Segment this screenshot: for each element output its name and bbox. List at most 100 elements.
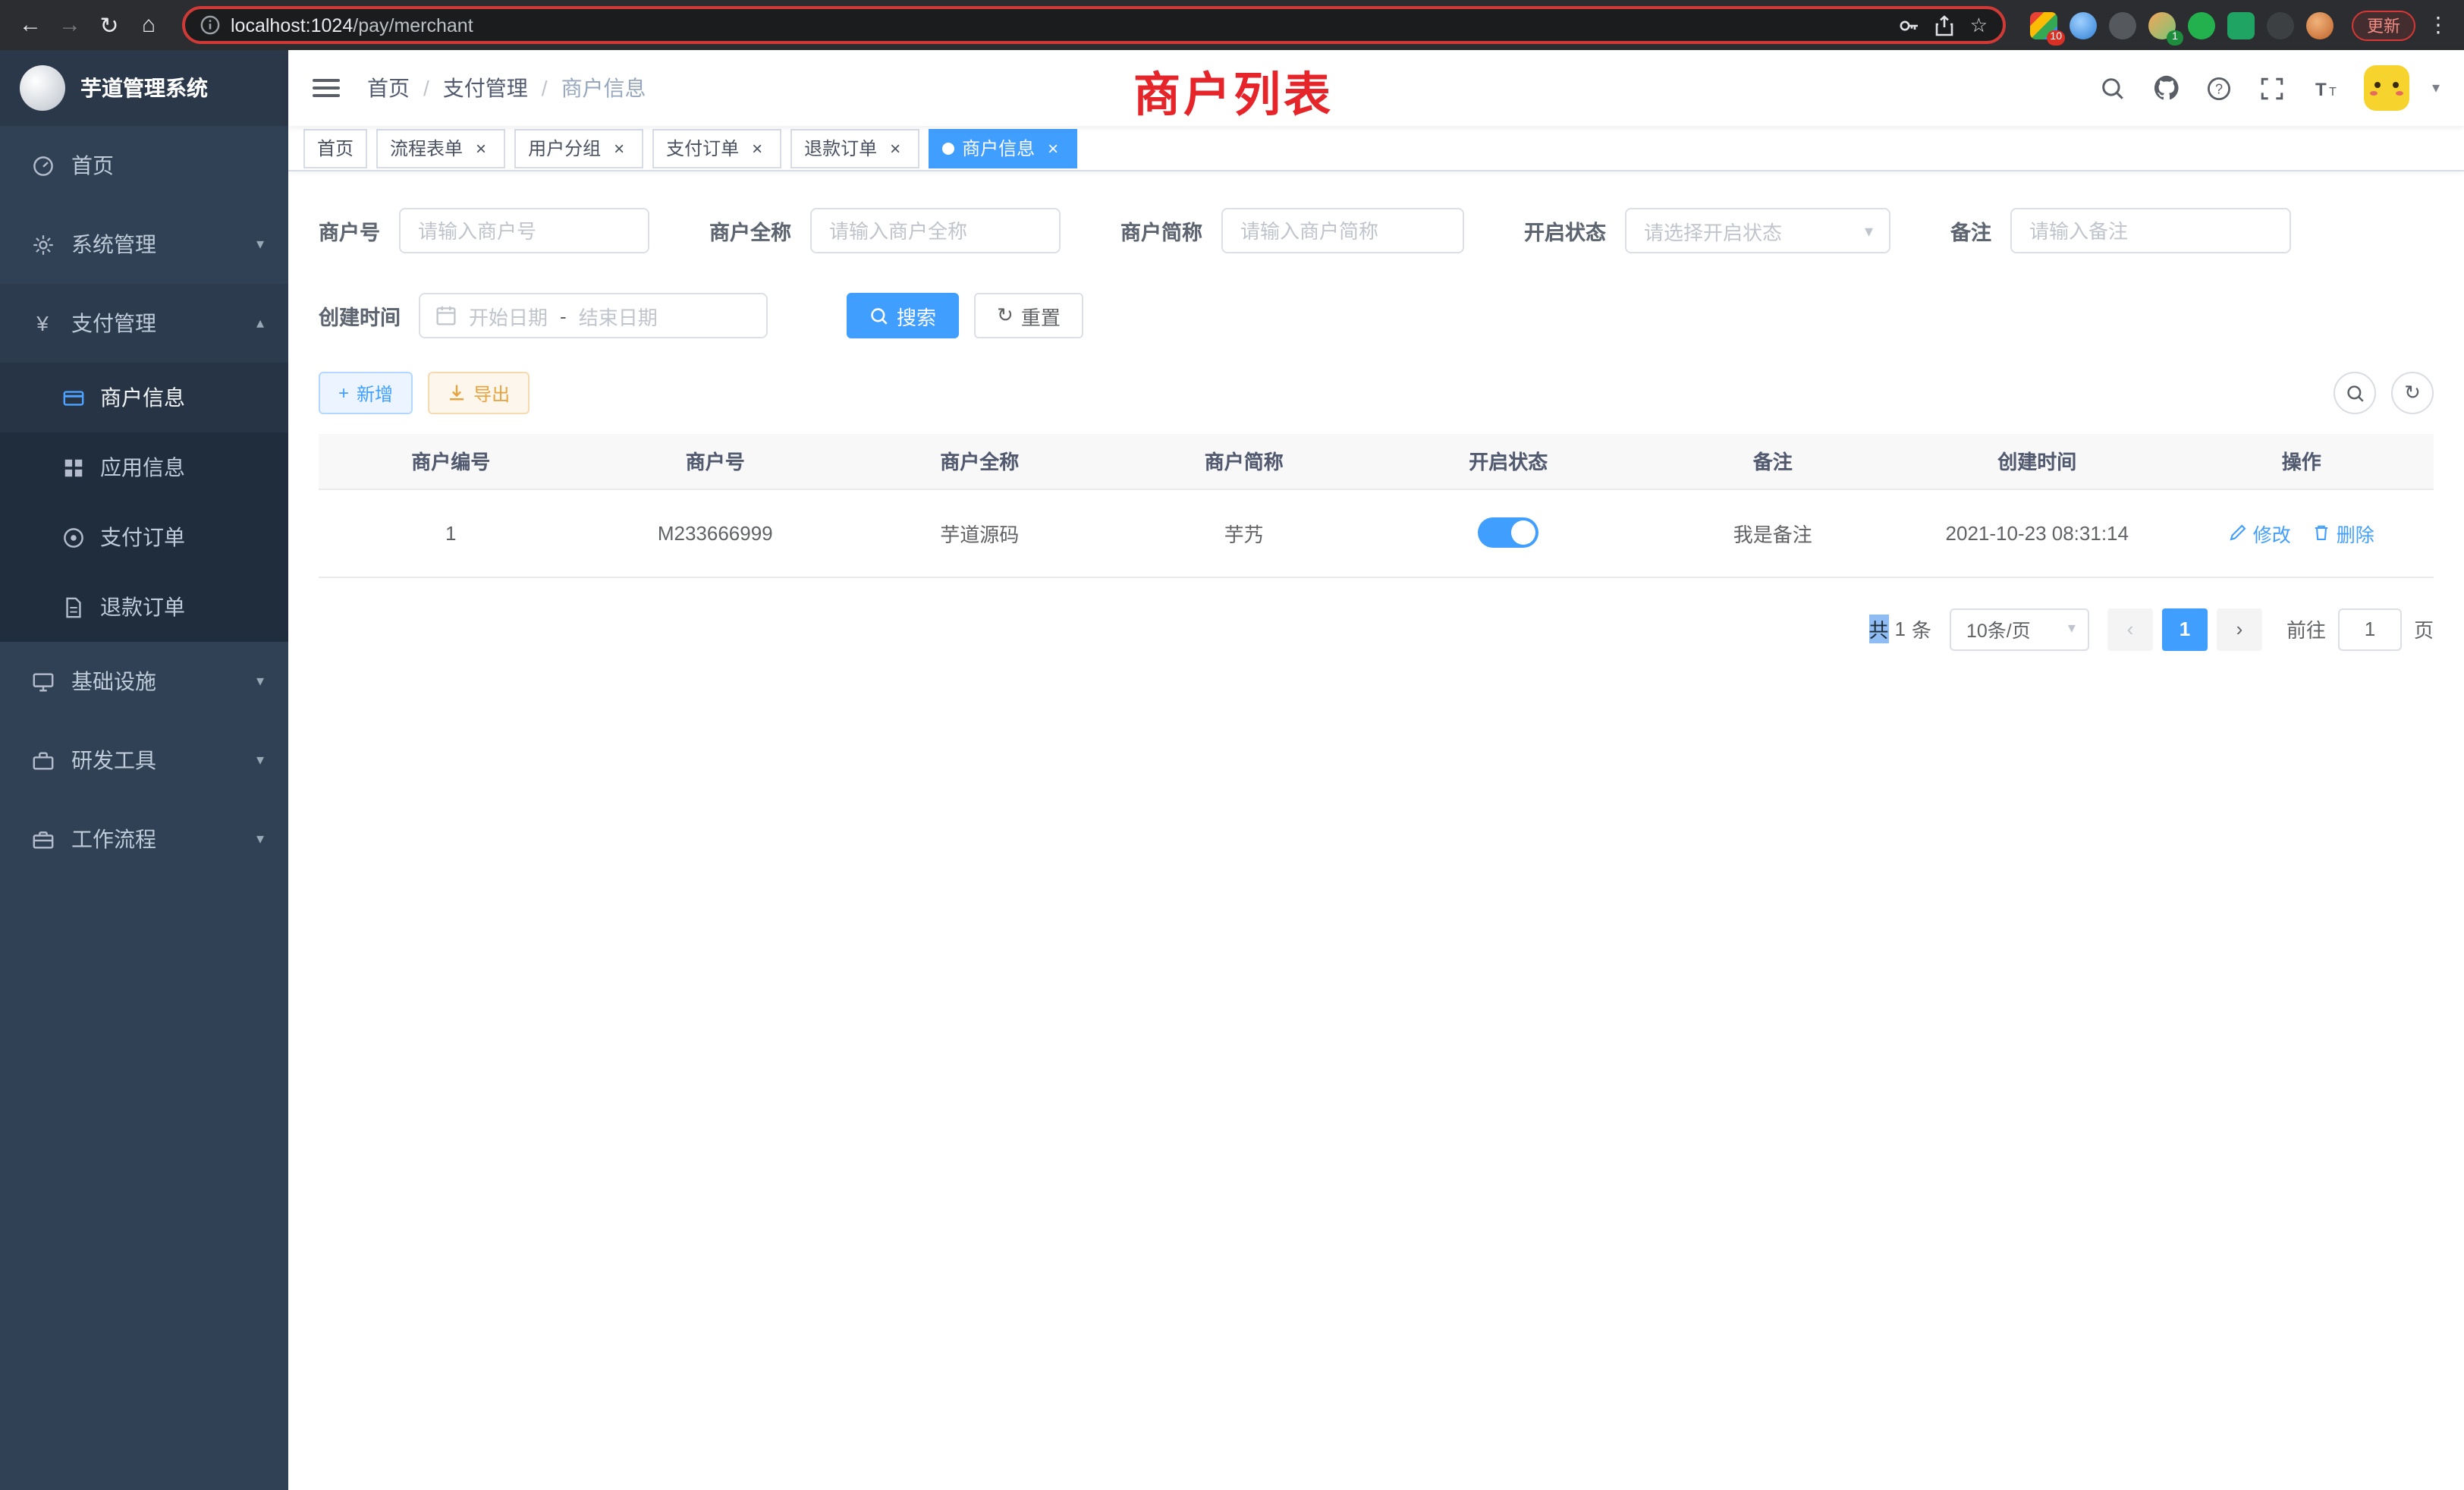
add-button[interactable]: + 新增: [319, 372, 413, 414]
sidebar-item-devtools[interactable]: 研发工具 ▾: [0, 721, 288, 800]
browser-update-button[interactable]: 更新: [2352, 10, 2415, 40]
page-info-icon[interactable]: [200, 15, 220, 35]
cell-create-time: 2021-10-23 08:31:14: [1905, 489, 2170, 577]
export-button[interactable]: 导出: [428, 372, 530, 414]
tab-home[interactable]: 首页: [303, 128, 367, 168]
extension-icon[interactable]: [2188, 11, 2215, 39]
sidebar-item-label: 基础设施: [71, 666, 156, 696]
cell-full-name: 芋道源码: [847, 489, 1112, 577]
app-logo-row[interactable]: 芋道管理系统: [0, 50, 288, 126]
cell-status: [1376, 489, 1641, 577]
col-status: 开启状态: [1376, 434, 1641, 489]
date-start-placeholder: 开始日期: [469, 301, 548, 330]
search-button[interactable]: 搜索: [847, 293, 959, 338]
table-row: 1 M233666999 芋道源码 芋艿 我是备注 2021-10-23 08:…: [319, 489, 2434, 577]
reload-icon[interactable]: ↻: [91, 7, 127, 43]
sidebar-item-system[interactable]: 系统管理 ▾: [0, 205, 288, 284]
forward-icon[interactable]: →: [52, 7, 88, 43]
short-name-input[interactable]: [1221, 208, 1463, 253]
extension-icon[interactable]: [2109, 11, 2136, 39]
browser-menu-icon[interactable]: ⋮: [2425, 12, 2452, 38]
sidebar-item-label: 首页: [71, 150, 114, 181]
field-label: 创建时间: [319, 300, 401, 331]
sidebar-item-app-info[interactable]: 应用信息: [0, 432, 288, 502]
close-icon[interactable]: ×: [746, 137, 768, 159]
sidebar-item-workflow[interactable]: 工作流程 ▾: [0, 800, 288, 879]
font-size-icon[interactable]: TT: [2311, 73, 2341, 103]
date-range-picker[interactable]: 开始日期 - 结束日期: [419, 293, 768, 338]
prev-page-button[interactable]: ‹: [2107, 608, 2153, 650]
pagination: 共 1 条 10条/页 ▾ ‹ 1 › 前往: [319, 608, 2434, 650]
sidebar-item-refund-orders[interactable]: 退款订单: [0, 572, 288, 642]
help-icon[interactable]: ?: [2205, 73, 2235, 103]
extension-icon[interactable]: [2227, 11, 2255, 39]
col-short-name: 商户简称: [1112, 434, 1377, 489]
sidebar-item-home[interactable]: 首页: [0, 126, 288, 205]
field-label: 商户号: [319, 215, 380, 246]
refresh-button[interactable]: ↻: [2391, 372, 2434, 414]
toggle-search-button[interactable]: [2334, 372, 2376, 414]
sidebar-item-infra[interactable]: 基础设施 ▾: [0, 642, 288, 721]
tab-pay-orders[interactable]: 支付订单 ×: [652, 128, 781, 168]
github-icon[interactable]: [2151, 73, 2182, 103]
tab-label: 支付订单: [666, 135, 739, 161]
extensions-puzzle-icon[interactable]: [2267, 11, 2294, 39]
status-toggle[interactable]: [1478, 517, 1538, 548]
goto-label: 前往: [2286, 615, 2326, 643]
close-icon[interactable]: ×: [885, 137, 906, 159]
merchant-table: 商户编号 商户号 商户全称 商户简称 开启状态 备注 创建时间 操作 1: [319, 434, 2434, 577]
breadcrumb-home[interactable]: 首页: [367, 73, 410, 103]
field-label: 商户简称: [1120, 215, 1202, 246]
home-icon[interactable]: ⌂: [130, 7, 167, 43]
search-icon[interactable]: [2098, 73, 2129, 103]
reset-button[interactable]: ↻ 重置: [974, 293, 1083, 338]
chevron-down-icon: ▾: [256, 752, 264, 769]
extension-icon[interactable]: [2070, 11, 2097, 39]
search-icon: [2345, 383, 2365, 403]
breadcrumb-payment[interactable]: 支付管理: [443, 73, 528, 103]
page-button-1[interactable]: 1: [2162, 608, 2208, 650]
field-status: 开启状态 请选择开启状态 ▾: [1524, 208, 1890, 253]
address-bar[interactable]: localhost:1024/pay/merchant ☆: [182, 6, 2006, 44]
tab-merchant-info[interactable]: 商户信息 ×: [929, 128, 1077, 168]
field-remark: 备注: [1950, 208, 2290, 253]
pagination-total: 共 1 条: [1868, 615, 1931, 643]
edit-link[interactable]: 修改: [2229, 518, 2291, 547]
bookmark-star-icon[interactable]: ☆: [1970, 13, 1988, 37]
full-name-input[interactable]: [809, 208, 1060, 253]
browser-toolbar: ← → ↻ ⌂ localhost:1024/pay/merchant ☆ 10: [0, 0, 2464, 50]
goto-page-input[interactable]: [2338, 608, 2402, 650]
extension-icon[interactable]: 1: [2148, 11, 2176, 39]
tab-label: 首页: [317, 135, 354, 161]
tab-refund-orders[interactable]: 退款订单 ×: [790, 128, 919, 168]
delete-link[interactable]: 删除: [2312, 518, 2374, 547]
sidebar-item-pay-orders[interactable]: 支付订单: [0, 502, 288, 572]
date-separator: -: [560, 304, 567, 327]
share-icon[interactable]: [1935, 14, 1955, 36]
close-icon[interactable]: ×: [608, 137, 630, 159]
back-icon[interactable]: ←: [12, 7, 49, 43]
grid-icon: [61, 455, 85, 479]
status-select[interactable]: 请选择开启状态 ▾: [1624, 208, 1890, 253]
profile-avatar[interactable]: [2306, 11, 2334, 39]
next-page-button[interactable]: ›: [2217, 608, 2262, 650]
password-key-icon[interactable]: [1899, 14, 1920, 36]
fullscreen-icon[interactable]: [2258, 73, 2288, 103]
close-icon[interactable]: ×: [1042, 137, 1064, 159]
cell-remark: 我是备注: [1641, 489, 1906, 577]
user-avatar[interactable]: [2364, 65, 2409, 111]
download-icon: [448, 384, 466, 402]
merchant-no-input[interactable]: [398, 208, 649, 253]
field-label: 开启状态: [1524, 215, 1606, 246]
url-text[interactable]: localhost:1024/pay/merchant: [231, 14, 473, 36]
sidebar-item-merchant-info[interactable]: 商户信息: [0, 363, 288, 432]
remark-input[interactable]: [2010, 208, 2290, 253]
tab-user-group[interactable]: 用户分组 ×: [514, 128, 643, 168]
hamburger-icon[interactable]: [313, 79, 340, 97]
avatar-caret-icon[interactable]: ▾: [2432, 80, 2440, 96]
tab-process-form[interactable]: 流程表单 ×: [376, 128, 505, 168]
close-icon[interactable]: ×: [470, 137, 492, 159]
extension-icon[interactable]: 10: [2030, 11, 2057, 39]
sidebar-item-payment[interactable]: ¥ 支付管理 ▴: [0, 284, 288, 363]
page-size-select[interactable]: 10条/页 ▾: [1950, 608, 2089, 650]
